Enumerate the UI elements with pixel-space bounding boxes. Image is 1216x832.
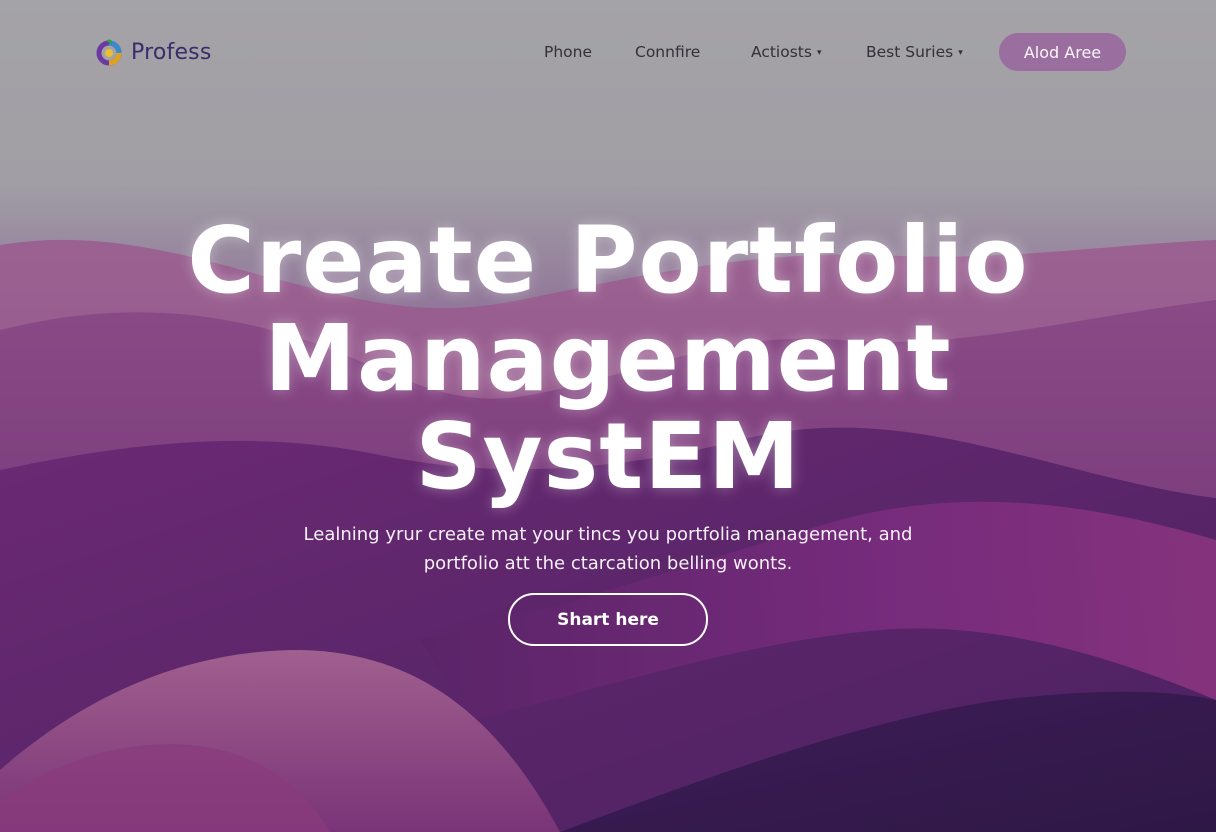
chevron-down-icon: ▾ [816,47,822,58]
nav-item-phone[interactable]: Phone [544,43,592,61]
nav-item-best-suries[interactable]: Best Suries ▾ [866,43,963,61]
nav-item-label: Connfire [635,43,701,61]
nav-item-connfire[interactable]: Connfire [635,43,700,61]
chevron-down-icon: ▾ [958,47,963,58]
top-navigation: Profess Phone Connfire Actiosts ▾ Best S… [0,0,1216,104]
nav-item-label: Actiosts [751,43,812,61]
multicolor-ring-icon [96,39,122,66]
hero-title: Create Portfolio Management SystEM [0,212,1216,506]
landing-page: Profess Phone Connfire Actiosts ▾ Best S… [0,0,1216,832]
hero-subtitle-line: Lealning yrur create mat your tincs you … [303,524,913,545]
hero-title-line: Management [264,305,952,412]
hero-title-line: Create Portfolio [187,207,1029,314]
brand-logo[interactable]: Profess [95,38,212,66]
hero-title-line: SystEM [415,403,801,510]
nav-item-label: Best Suries [866,43,954,61]
brand-name: Profess [131,39,212,65]
hero-subtitle-line: portfolio att the ctarcation belling won… [423,553,793,574]
hero-subtitle: Lealning yrur create mat your tincs you … [0,520,1216,578]
nav-item-actiosts[interactable]: Actiosts ▾ [751,43,821,61]
start-here-button[interactable]: Shart here [508,593,708,646]
nav-item-label: Phone [544,43,593,61]
nav-cta-button[interactable]: Alod Aree [999,33,1126,71]
